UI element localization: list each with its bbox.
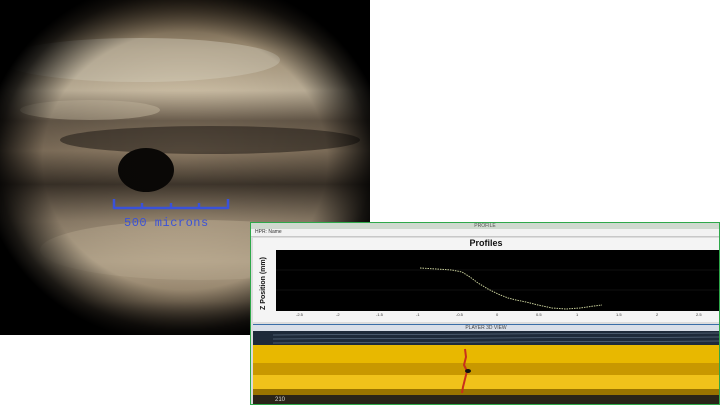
- x-tick: -2.5: [296, 312, 303, 317]
- profiler-window: PROFILE HPR: Name Profiles Z Position (m…: [250, 222, 720, 405]
- x-tick: -2: [336, 312, 340, 317]
- scale-bar-label: 500 microns: [124, 216, 209, 230]
- profile-pane: Profiles Z Position (mm) -2.5 -2 -1.5 -1…: [253, 238, 719, 322]
- x-tick: 0: [496, 312, 499, 317]
- x-tick: 2.5: [696, 312, 702, 317]
- x-tick: 1: [576, 312, 579, 317]
- view-number: 210: [275, 397, 286, 403]
- x-tick: -1: [416, 312, 420, 317]
- x-tick: 0.5: [536, 312, 542, 317]
- 3d-view-pane: PLAYER 3D VIEW 210: [253, 324, 719, 405]
- x-tick: -1.5: [376, 312, 383, 317]
- 3d-surface-view[interactable]: [253, 331, 719, 405]
- x-tick: -0.5: [456, 312, 463, 317]
- y-axis-label: Z Position (mm): [259, 257, 267, 310]
- profile-plot: [276, 250, 719, 311]
- profile-title: Profiles: [469, 238, 503, 248]
- toolbar[interactable]: HPR: Name: [251, 229, 719, 237]
- x-tick: 2: [656, 312, 659, 317]
- profile-trace: [419, 267, 603, 310]
- x-tick: 1.5: [616, 312, 622, 317]
- x-axis-ticks: -2.5 -2 -1.5 -1 -0.5 0 0.5 1 1.5 2 2.5: [276, 312, 719, 320]
